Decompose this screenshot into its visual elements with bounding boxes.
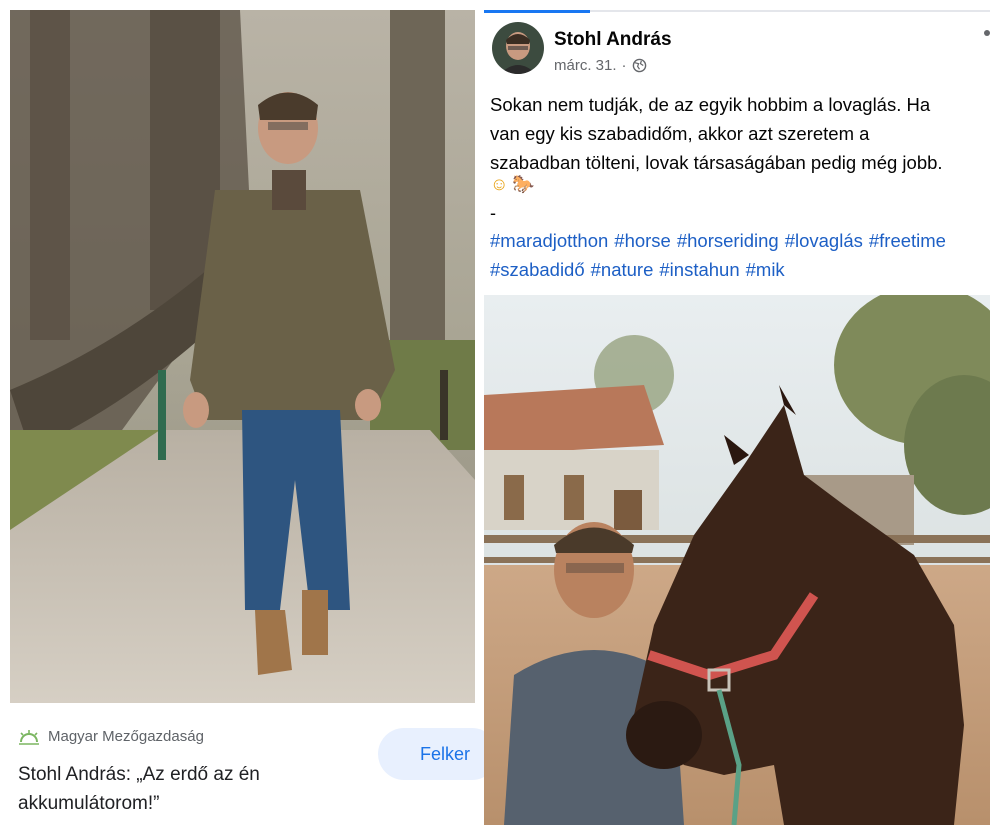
news-source-label: Magyar Mezőgazdaság xyxy=(48,728,204,745)
hashtag-link[interactable]: #horseriding xyxy=(677,230,779,251)
man-with-horse-photo[interactable] xyxy=(484,295,990,825)
hashtag-link[interactable]: #nature xyxy=(591,259,654,280)
follow-button[interactable]: Felker xyxy=(378,728,498,780)
horse-emoji: 🐎 xyxy=(512,174,535,194)
news-card[interactable]: Magyar Mezőgazdaság Stohl András: „Az er… xyxy=(10,10,498,825)
news-source[interactable]: Magyar Mezőgazdaság xyxy=(18,728,204,745)
hashtag-link[interactable]: #instahun xyxy=(659,259,739,280)
meta-separator: · xyxy=(621,57,627,74)
hashtags: #maradjotthon #horse #horseriding #lovaglás… xyxy=(490,226,990,284)
post-dash: - xyxy=(490,203,496,223)
emoji-row: ☺ 🐎 xyxy=(490,174,535,195)
avatar[interactable] xyxy=(492,22,544,74)
more-options-icon[interactable] xyxy=(984,30,990,36)
hashtag-line-1: #maradjotthon #horse #horseriding #lovaglás… xyxy=(490,226,990,255)
man-walking-photo xyxy=(10,10,475,703)
hashtag-link[interactable]: #lovaglás xyxy=(785,230,863,251)
hashtag-link[interactable]: #mik xyxy=(746,259,785,280)
sunrise-logo-icon xyxy=(19,729,39,745)
hashtag-link[interactable]: #freetime xyxy=(869,230,946,251)
post-text: Sokan nem tudják, de az egyik hobbim a l… xyxy=(490,94,943,173)
post-meta: márc. 31. · xyxy=(554,57,647,74)
smile-emoji: ☺ xyxy=(490,174,509,194)
post-author[interactable]: Stohl András xyxy=(554,29,672,51)
hashtag-link[interactable]: #maradjotthon xyxy=(490,230,608,251)
hashtag-link[interactable]: #szabadidő xyxy=(490,259,585,280)
hashtag-line-2: #szabadidő #nature #instahun #mik xyxy=(490,255,990,284)
news-headline[interactable]: Stohl András: „Az erdő az én akkumulátor… xyxy=(18,760,338,818)
tab-indicator xyxy=(484,10,990,13)
post-date[interactable]: márc. 31. xyxy=(554,57,617,74)
globe-icon xyxy=(632,58,646,73)
hashtag-link[interactable]: #horse xyxy=(614,230,671,251)
facebook-post: Stohl András márc. 31. · Sokan nem tudjá… xyxy=(484,10,990,825)
